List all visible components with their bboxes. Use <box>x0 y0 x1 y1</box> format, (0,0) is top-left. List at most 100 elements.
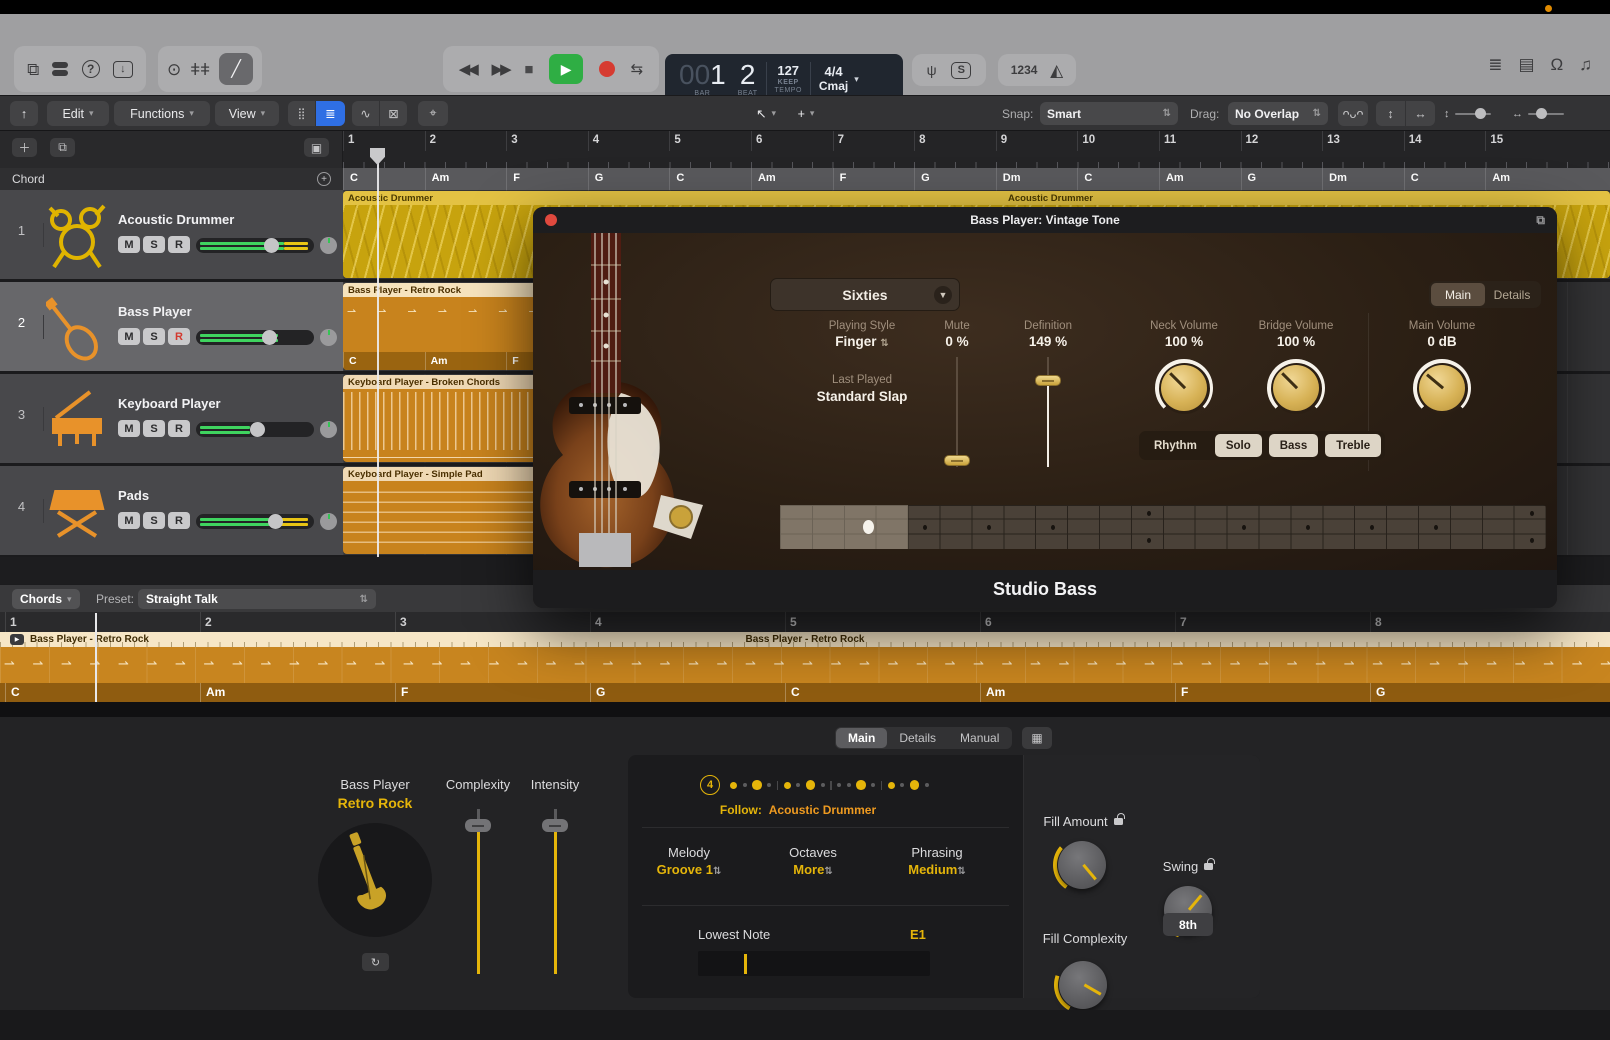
editor-bar-ruler[interactable]: 12345678 <box>0 612 1610 632</box>
glue-tool-icon[interactable]: ∿ <box>352 101 379 126</box>
track-name[interactable]: Bass Player <box>118 304 192 319</box>
snap-select[interactable]: Smart <box>1040 102 1178 125</box>
volume-slider[interactable] <box>196 422 314 437</box>
chord-cell[interactable]: Dm <box>1322 168 1404 190</box>
view-menu[interactable]: View <box>215 101 279 126</box>
tuning-fork-icon[interactable]: ψ <box>927 63 937 77</box>
lcd-chevron-icon[interactable]: ▾ <box>854 74 859 85</box>
follow-setting[interactable]: Follow: Acoustic Drummer <box>648 803 948 817</box>
editor-region-header[interactable]: ▶ Bass Player - Retro Rock Bass Player -… <box>0 632 1610 647</box>
track-stack-icon[interactable]: ▣ <box>304 138 329 157</box>
loop-browser-icon[interactable]: Ω <box>1551 56 1564 73</box>
stop-button[interactable]: ■ <box>524 61 533 78</box>
plugin-preset-select[interactable]: Sixties▼ <box>770 278 960 311</box>
record-enable-button[interactable]: R <box>168 236 190 253</box>
editor-playhead[interactable] <box>95 613 97 702</box>
mute-button[interactable]: M <box>118 420 140 437</box>
mute-fader-handle[interactable] <box>944 455 970 466</box>
main-volume-knob[interactable] <box>1413 359 1471 417</box>
note-pads-icon[interactable]: ▤ <box>1518 56 1534 73</box>
link-window-icon[interactable]: ⧉ <box>1536 213 1545 228</box>
edit-menu[interactable]: Edit <box>47 101 109 126</box>
phrasing-select[interactable]: Medium <box>877 862 997 877</box>
pickup-button[interactable]: Bass <box>1269 434 1319 457</box>
vertical-zoom-icon[interactable]: ↕ <box>1376 101 1405 126</box>
track-name[interactable]: Acoustic Drummer <box>118 212 234 227</box>
definition-fader-handle[interactable] <box>1035 375 1061 386</box>
add-track-button[interactable]: ＋ <box>12 138 37 157</box>
fill-amount-knob[interactable] <box>1058 841 1106 889</box>
volume-slider[interactable] <box>196 330 314 345</box>
chord-cell[interactable]: C <box>343 168 425 190</box>
pan-knob[interactable] <box>320 513 337 530</box>
mute-button[interactable]: M <box>118 328 140 345</box>
pointer-tool-menu[interactable]: ↖ <box>748 101 784 126</box>
chords-menu-button[interactable]: Chords <box>12 589 80 609</box>
preset-select[interactable]: Straight Talk <box>138 589 376 609</box>
chord-cell[interactable]: Am <box>425 168 507 190</box>
library-icon[interactable] <box>52 62 68 76</box>
functions-menu[interactable]: Functions <box>114 101 210 126</box>
list-view-icon[interactable]: ≣ <box>316 101 345 126</box>
volume-slider[interactable] <box>196 238 314 253</box>
count-in-button[interactable]: 1234 <box>1011 63 1038 77</box>
record-enable-button[interactable]: R <box>168 328 190 345</box>
pickup-button[interactable]: Solo <box>1215 434 1262 457</box>
chord-cell[interactable]: F <box>506 168 588 190</box>
smart-controls-icon[interactable]: ▦ <box>1022 727 1052 749</box>
solo-button[interactable]: S <box>143 236 165 253</box>
close-window-icon[interactable] <box>545 214 557 226</box>
plugin-title-bar[interactable]: Bass Player: Vintage Tone ⧉ <box>533 207 1557 233</box>
plugin-tab-details[interactable]: Details <box>1485 283 1539 306</box>
chord-cell[interactable]: F <box>833 168 915 190</box>
editor-track-preset[interactable]: Retro Rock <box>295 795 455 811</box>
vertical-zoom-slider[interactable]: ↕ <box>1444 108 1491 120</box>
pattern-number-badge[interactable]: 4 <box>700 775 720 795</box>
media-browser-icon[interactable]: ⧉ <box>27 61 39 78</box>
grid-view-icon[interactable]: ⣿ <box>288 101 315 126</box>
chord-cell[interactable]: Am <box>751 168 833 190</box>
waveform-zoom-icon[interactable]: ᴖᴗᴖ <box>1338 101 1368 126</box>
plugin-window-bass-player[interactable]: Bass Player: Vintage Tone ⧉ Sixtie <box>533 207 1557 608</box>
duplicate-track-button[interactable]: ⧉ <box>50 138 75 157</box>
volume-slider[interactable] <box>196 514 314 529</box>
chord-cell[interactable]: Dm <box>996 168 1078 190</box>
add-chord-icon[interactable]: + <box>317 172 331 186</box>
tab-details[interactable]: Details <box>887 728 948 748</box>
fretboard-display[interactable] <box>780 505 1546 549</box>
playhead[interactable] <box>377 163 379 557</box>
pattern-dots[interactable] <box>730 777 929 793</box>
octaves-select[interactable]: More <box>753 862 873 877</box>
chord-cell[interactable]: C <box>669 168 751 190</box>
metronome-icon[interactable]: ◭ <box>1050 62 1063 79</box>
plugin-tab-main[interactable]: Main <box>1431 283 1485 306</box>
intensity-slider[interactable] <box>540 809 570 974</box>
solo-button[interactable]: S <box>143 328 165 345</box>
tab-manual[interactable]: Manual <box>948 728 1011 748</box>
swing-rate-button[interactable]: 8th <box>1163 913 1213 936</box>
forward-button[interactable]: ▶▶ <box>492 60 509 78</box>
horizontal-zoom-icon[interactable]: ↔ <box>1406 101 1435 126</box>
rewind-button[interactable]: ◀◀ <box>459 60 476 78</box>
definition-fader[interactable] <box>1047 357 1049 467</box>
flex-tool-icon[interactable]: ⌖ <box>418 101 448 126</box>
quick-help-icon[interactable]: ? <box>82 60 100 78</box>
marquee-tool-icon[interactable]: ⊠ <box>380 101 407 126</box>
chord-track[interactable]: CAmFGCAmFGDmCAmGDmCAm <box>343 168 1610 190</box>
region-play-icon[interactable]: ▶ <box>10 634 24 645</box>
complexity-slider[interactable] <box>463 809 493 974</box>
tuner-icon[interactable]: ⊙ <box>167 61 181 78</box>
media-library-icon[interactable]: ♫ <box>1579 56 1592 73</box>
solo-button[interactable]: S <box>143 420 165 437</box>
neck-volume-knob[interactable] <box>1155 359 1213 417</box>
ruler-ticks[interactable] <box>343 151 1610 168</box>
horizontal-zoom-slider[interactable]: ↔ <box>1512 108 1564 120</box>
record-button[interactable] <box>599 61 615 77</box>
pan-knob[interactable] <box>320 237 337 254</box>
download-icon[interactable]: ↓ <box>113 61 133 78</box>
pan-knob[interactable] <box>320 329 337 346</box>
pan-knob[interactable] <box>320 421 337 438</box>
record-enable-button[interactable]: R <box>168 420 190 437</box>
play-button[interactable]: ▶ <box>549 54 583 84</box>
lowest-note-slider[interactable] <box>698 951 930 976</box>
